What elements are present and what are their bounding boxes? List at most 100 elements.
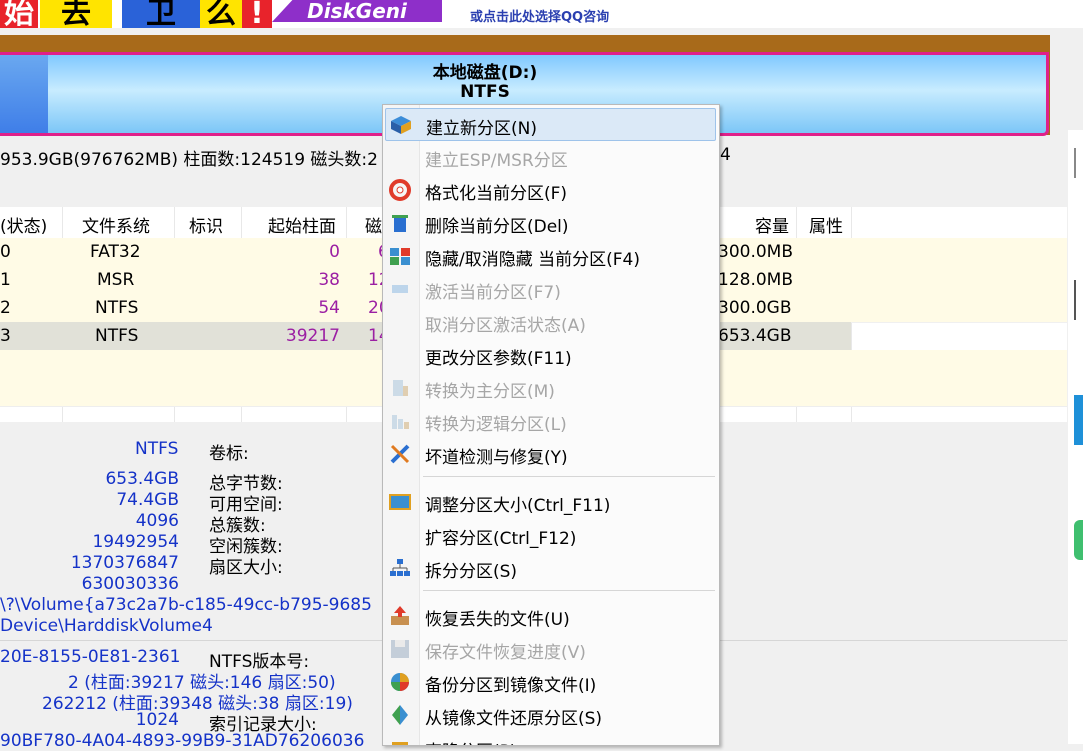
detail-serial: 20E-8155-0E81-2361 xyxy=(0,647,181,667)
detail-fs: NTFS xyxy=(135,439,179,459)
menu-item-label: 从镜像文件还原分区(S) xyxy=(425,709,603,729)
menu-item-extend[interactable]: 扩容分区(Ctrl_F12) xyxy=(385,519,715,550)
row-num: 2 xyxy=(0,298,11,318)
menu-item-format[interactable]: 格式化当前分区(F) xyxy=(385,174,715,205)
menu-item-activate[interactable]: 激活当前分区(F7) xyxy=(385,273,715,304)
detail-volume-path: \?\Volume{a73c2a7b-c185-49cc-b795-9685 xyxy=(0,595,372,615)
menu-item-bad-sector[interactable]: 坏道检测与修复(Y) xyxy=(385,438,715,469)
split-icon xyxy=(388,556,412,580)
row-fs: MSR xyxy=(97,270,135,290)
banner-cell: 么 xyxy=(200,0,242,28)
col-header-attr[interactable]: 属性 xyxy=(809,212,843,237)
menu-item-recover-files[interactable]: 恢复丢失的文件(U) xyxy=(385,600,715,631)
menu-item-save-progress[interactable]: 保存文件恢复进度(V) xyxy=(385,633,715,664)
edge-fragment xyxy=(1074,520,1083,560)
menu-item-label: 转换为主分区(M) xyxy=(425,382,555,402)
row-size: 300.0GB xyxy=(718,298,792,318)
banner-contact-text: 或点击此处选择QQ咨询 xyxy=(470,10,610,25)
menu-item-restore-image[interactable]: 从镜像文件还原分区(S) xyxy=(385,699,715,730)
menu-item-deactivate[interactable]: 取消分区激活状态(A) xyxy=(385,306,715,337)
menu-item-change-params[interactable]: 更改分区参数(F11) xyxy=(385,339,715,370)
resize-icon xyxy=(388,490,412,514)
menu-item-label: 保存文件恢复进度(V) xyxy=(425,643,586,663)
menu-item-hide[interactable]: 隐藏/取消隐藏 当前分区(F4) xyxy=(385,240,715,271)
detail-value: 74.4GB xyxy=(116,490,179,510)
menu-item-label: 转换为逻辑分区(L) xyxy=(425,415,567,435)
detail-value: 630030336 xyxy=(81,574,179,594)
row-num: 1 xyxy=(0,270,11,290)
detail-label: 扇区大小: xyxy=(209,558,283,578)
menu-item-esp-msr[interactable]: 建立ESP/MSR分区 xyxy=(385,141,715,172)
banner-contact-link[interactable]: 或点击此处选择QQ咨询 xyxy=(470,0,690,28)
banner-cell: 卫 xyxy=(122,0,200,28)
detail-value: 653.4GB xyxy=(105,469,179,489)
disk-info-text: 953.9GB(976762MB) 柱面数:124519 磁头数:2 xyxy=(0,150,378,170)
row-start: 38 xyxy=(318,270,340,290)
save-icon xyxy=(388,637,412,661)
col-header-size[interactable]: 容量 xyxy=(755,212,789,237)
col-header-start-cyl[interactable]: 起始柱面 xyxy=(268,212,336,237)
menu-item-label: 取消分区激活状态(A) xyxy=(425,316,586,336)
menu-item-label: 激活当前分区(F7) xyxy=(425,283,561,303)
context-menu: 建立新分区(N) 建立ESP/MSR分区 格式化当前分区(F) 删除当前分区(D… xyxy=(382,104,720,746)
menu-item-to-primary[interactable]: 转换为主分区(M) xyxy=(385,372,715,403)
row-size: 300.0MB xyxy=(718,242,793,262)
restore-icon xyxy=(388,703,412,727)
partition-name: 本地磁盘(D:) xyxy=(432,63,538,83)
detail-volume-label: 卷标: xyxy=(209,444,249,464)
banner-brand: DiskGeni xyxy=(272,0,442,22)
menu-item-label: 备份分区到镜像文件(I) xyxy=(425,676,597,696)
menu-item-delete[interactable]: 删除当前分区(Del) xyxy=(385,207,715,238)
disk-info-tail: 4 xyxy=(720,145,731,165)
detail-value: 1370376847 xyxy=(70,553,179,573)
format-icon xyxy=(388,178,412,202)
menu-item-label: 坏道检测与修复(Y) xyxy=(425,448,568,468)
col-header-id[interactable]: 标识 xyxy=(189,212,223,237)
row-size: 653.4GB xyxy=(718,326,792,346)
activate-icon xyxy=(388,277,412,301)
delete-icon xyxy=(388,211,412,235)
ad-banner[interactable]: 始 去 卫 么 ! DiskGeni 或点击此处选择QQ咨询 xyxy=(0,0,1083,28)
menu-item-label: 更改分区参数(F11) xyxy=(425,349,572,369)
banner-cell: 去 xyxy=(40,0,112,28)
menu-separator xyxy=(423,590,715,591)
menu-separator xyxy=(423,476,715,477)
menu-item-backup-image[interactable]: 备份分区到镜像文件(I) xyxy=(385,666,715,697)
menu-item-label: 克隆分区(P) xyxy=(425,737,517,745)
recover-icon xyxy=(388,604,412,628)
edge-fragment xyxy=(1074,395,1083,445)
right-edge-window xyxy=(1068,130,1083,744)
menu-item-label: 扩容分区(Ctrl_F12) xyxy=(425,529,577,549)
partition-fs: NTFS xyxy=(460,82,510,102)
banner-cell: 始 xyxy=(0,0,38,28)
row-start: 0 xyxy=(329,242,340,262)
menu-item-label: 建立ESP/MSR分区 xyxy=(425,151,568,171)
detail-device-path: Device\HarddiskVolume4 xyxy=(0,616,213,636)
clone-icon xyxy=(388,736,412,745)
edge-fragment xyxy=(1074,280,1083,320)
detail-guid: 90BF780-4A04-4893-99B9-31AD76206036 xyxy=(0,731,365,751)
row-num: 3 xyxy=(0,326,11,346)
menu-item-label: 调整分区大小(Ctrl_F11) xyxy=(425,496,611,516)
repair-icon xyxy=(388,442,412,466)
menu-item-label: 拆分分区(S) xyxy=(425,562,518,582)
detail-value: 19492954 xyxy=(92,532,179,552)
banner-cell: ! xyxy=(242,0,272,28)
menu-item-label: 删除当前分区(Del) xyxy=(425,217,569,237)
menu-item-to-logical[interactable]: 转换为逻辑分区(L) xyxy=(385,405,715,436)
menu-item-resize[interactable]: 调整分区大小(Ctrl_F11) xyxy=(385,486,715,517)
partition-block-prev[interactable] xyxy=(0,55,48,133)
menu-item-new-partition[interactable]: 建立新分区(N) xyxy=(385,108,716,141)
row-fs: FAT32 xyxy=(90,242,141,262)
col-header-status[interactable]: (状态) xyxy=(0,212,47,237)
detail-record-size: 1024 xyxy=(135,710,179,730)
logical-icon xyxy=(388,409,412,433)
hide-icon xyxy=(388,244,412,268)
row-start: 39217 xyxy=(285,326,340,346)
row-num: 0 xyxy=(0,242,11,262)
col-header-fs[interactable]: 文件系统 xyxy=(82,212,150,237)
menu-item-split[interactable]: 拆分分区(S) xyxy=(385,552,715,583)
menu-item-label: 格式化当前分区(F) xyxy=(425,184,568,204)
col-header-head[interactable]: 磁 xyxy=(365,212,382,237)
detail-value: 4096 xyxy=(135,511,179,531)
